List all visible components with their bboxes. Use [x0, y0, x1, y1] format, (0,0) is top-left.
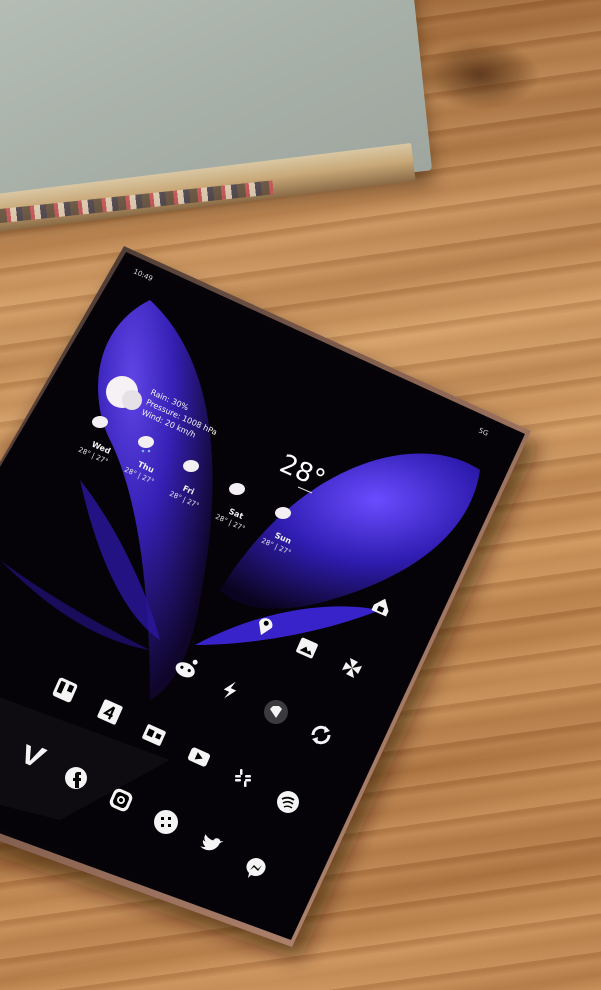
cloud-icon: [229, 483, 245, 495]
cloud-icon: [275, 507, 291, 519]
photo-scene: 10:49 5G Rain: 30% Pressure: 1008 hPa Wi…: [0, 0, 601, 990]
screen: [0, 258, 522, 938]
foldable-tablet: 10:49 5G Rain: 30% Pressure: 1008 hPa Wi…: [0, 246, 540, 960]
vpn-icon[interactable]: [264, 700, 288, 724]
cloud-icon: [183, 460, 199, 472]
spotify-icon[interactable]: [277, 791, 299, 813]
cloud-icon: [92, 416, 108, 428]
rain-cloud-icon: [138, 436, 154, 448]
grid-app-icon[interactable]: [154, 810, 178, 834]
